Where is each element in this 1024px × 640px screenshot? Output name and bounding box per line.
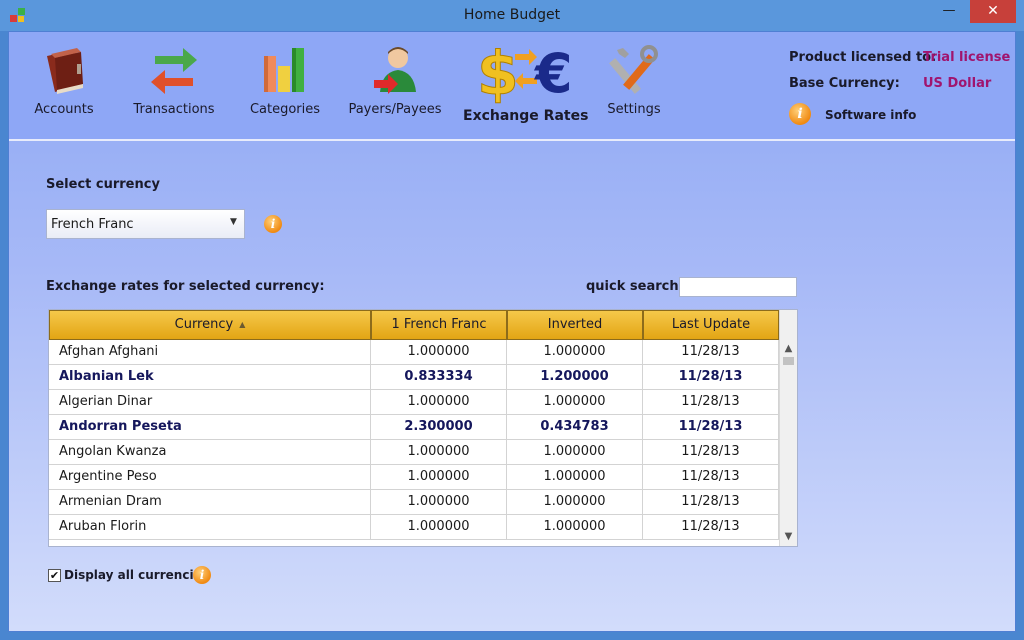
sort-ascending-icon: ▲ bbox=[239, 320, 246, 329]
cell-rate: 1.000000 bbox=[371, 490, 507, 515]
tools-icon bbox=[609, 45, 658, 94]
column-header-currency-label: Currency bbox=[174, 317, 234, 332]
currency-select[interactable]: French Franc ▼ bbox=[46, 209, 245, 239]
svg-text:$: $ bbox=[477, 39, 519, 104]
toolbar-payers-label: Payers/Payees bbox=[348, 102, 442, 117]
cell-rate: 0.833334 bbox=[371, 365, 507, 390]
table-scrollbar[interactable]: ▲ ▼ bbox=[779, 310, 797, 546]
table-row[interactable]: Albanian Lek 0.833334 1.200000 11/28/13 bbox=[49, 365, 779, 390]
cell-currency: Armenian Dram bbox=[49, 490, 371, 515]
cell-currency: Angolan Kwanza bbox=[49, 440, 371, 465]
cell-inverted: 1.000000 bbox=[507, 515, 643, 540]
exchange-rates-table: Currency ▲ 1 French Franc Inverted Last U… bbox=[48, 309, 798, 547]
chevron-down-icon: ▼ bbox=[230, 217, 237, 227]
cell-updated: 11/28/13 bbox=[643, 340, 779, 365]
toolbar-exchange-rates[interactable]: $ € Exchange Rates bbox=[463, 34, 589, 125]
column-header-currency[interactable]: Currency ▲ bbox=[49, 310, 371, 340]
table-row[interactable]: Afghan Afghani 1.000000 1.000000 11/28/13 bbox=[49, 340, 779, 365]
base-currency-value: US Dollar bbox=[923, 76, 992, 91]
cell-updated: 11/28/13 bbox=[643, 365, 779, 390]
client-area: Accounts Transactions Categories Payers/… bbox=[8, 31, 1016, 632]
arrows-icon bbox=[151, 48, 197, 94]
cell-updated: 11/28/13 bbox=[643, 515, 779, 540]
toolbar-payers[interactable]: Payers/Payees bbox=[345, 44, 445, 117]
currency-help-icon[interactable]: i bbox=[264, 215, 282, 233]
select-currency-label: Select currency bbox=[46, 177, 160, 192]
display-all-label: Display all currencies bbox=[64, 568, 209, 582]
cell-updated: 11/28/13 bbox=[643, 465, 779, 490]
title-bar: Home Budget — ✕ bbox=[0, 0, 1024, 31]
cell-inverted: 1.000000 bbox=[507, 490, 643, 515]
quick-search-label: quick search bbox=[586, 279, 679, 294]
quick-search-input[interactable] bbox=[679, 277, 797, 297]
minimize-button[interactable]: — bbox=[935, 0, 963, 23]
cell-updated: 11/28/13 bbox=[643, 390, 779, 415]
cell-currency: Afghan Afghani bbox=[49, 340, 371, 365]
display-all-checkbox[interactable]: ✔ bbox=[48, 569, 61, 582]
software-info-label: Software info bbox=[825, 108, 917, 122]
toolbar-transactions[interactable]: Transactions bbox=[131, 44, 217, 117]
cell-inverted: 1.000000 bbox=[507, 465, 643, 490]
column-header-inverted[interactable]: Inverted bbox=[507, 310, 643, 340]
cell-rate: 1.000000 bbox=[371, 465, 507, 490]
base-currency-label: Base Currency: bbox=[789, 76, 900, 91]
window-title: Home Budget bbox=[463, 7, 561, 23]
column-header-rate[interactable]: 1 French Franc bbox=[371, 310, 507, 340]
table-row[interactable]: Andorran Peseta 2.300000 0.434783 11/28/13 bbox=[49, 415, 779, 440]
cell-inverted: 0.434783 bbox=[507, 415, 643, 440]
cell-inverted: 1.000000 bbox=[507, 390, 643, 415]
scroll-thumb[interactable] bbox=[783, 357, 794, 365]
toolbar-transactions-label: Transactions bbox=[133, 102, 215, 117]
book-icon bbox=[47, 48, 83, 94]
toolbar-categories[interactable]: Categories bbox=[247, 44, 323, 117]
person-icon bbox=[374, 47, 416, 94]
display-all-help-icon[interactable]: i bbox=[193, 566, 211, 584]
cell-currency: Andorran Peseta bbox=[49, 415, 371, 440]
toolbar-categories-label: Categories bbox=[249, 102, 321, 117]
cell-currency: Aruban Florin bbox=[49, 515, 371, 540]
table-row[interactable]: Aruban Florin 1.000000 1.000000 11/28/13 bbox=[49, 515, 779, 540]
cell-rate: 2.300000 bbox=[371, 415, 507, 440]
toolbar-exchange-rates-label: Exchange Rates bbox=[463, 108, 589, 124]
toolbar-accounts[interactable]: Accounts bbox=[29, 44, 99, 117]
cell-currency: Albanian Lek bbox=[49, 365, 371, 390]
scroll-down-arrow-icon[interactable]: ▼ bbox=[780, 528, 797, 545]
bar-chart-icon bbox=[264, 48, 304, 92]
toolbar-settings-label: Settings bbox=[607, 102, 661, 117]
cell-rate: 1.000000 bbox=[371, 340, 507, 365]
table-row[interactable]: Armenian Dram 1.000000 1.000000 11/28/13 bbox=[49, 490, 779, 515]
scroll-up-arrow-icon[interactable]: ▲ bbox=[780, 340, 797, 357]
product-licensed-label: Product licensed to: bbox=[789, 50, 937, 65]
cell-rate: 1.000000 bbox=[371, 440, 507, 465]
toolbar-accounts-label: Accounts bbox=[34, 102, 94, 117]
table-row[interactable]: Argentine Peso 1.000000 1.000000 11/28/13 bbox=[49, 465, 779, 490]
cell-currency: Algerian Dinar bbox=[49, 390, 371, 415]
info-icon: i bbox=[789, 103, 811, 125]
currency-select-value: French Franc bbox=[51, 217, 134, 232]
toolbar-settings[interactable]: Settings bbox=[599, 44, 669, 117]
cell-rate: 1.000000 bbox=[371, 515, 507, 540]
close-button[interactable]: ✕ bbox=[970, 0, 1016, 23]
cell-inverted: 1.000000 bbox=[507, 440, 643, 465]
cell-updated: 11/28/13 bbox=[643, 440, 779, 465]
cell-inverted: 1.200000 bbox=[507, 365, 643, 390]
svg-text:€: € bbox=[533, 42, 571, 104]
cell-updated: 11/28/13 bbox=[643, 415, 779, 440]
cell-updated: 11/28/13 bbox=[643, 490, 779, 515]
cell-currency: Argentine Peso bbox=[49, 465, 371, 490]
rates-label: Exchange rates for selected currency: bbox=[46, 279, 325, 294]
column-header-last-update[interactable]: Last Update bbox=[643, 310, 779, 340]
table-row[interactable]: Angolan Kwanza 1.000000 1.000000 11/28/13 bbox=[49, 440, 779, 465]
table-row[interactable]: Algerian Dinar 1.000000 1.000000 11/28/13 bbox=[49, 390, 779, 415]
cell-inverted: 1.000000 bbox=[507, 340, 643, 365]
currency-exchange-icon: $ € bbox=[477, 39, 572, 105]
cell-rate: 1.000000 bbox=[371, 390, 507, 415]
main-toolbar: Accounts Transactions Categories Payers/… bbox=[9, 32, 1015, 141]
product-licensed-value: Trial license bbox=[923, 50, 1011, 65]
table-header: Currency ▲ 1 French Franc Inverted Last U… bbox=[49, 310, 779, 340]
